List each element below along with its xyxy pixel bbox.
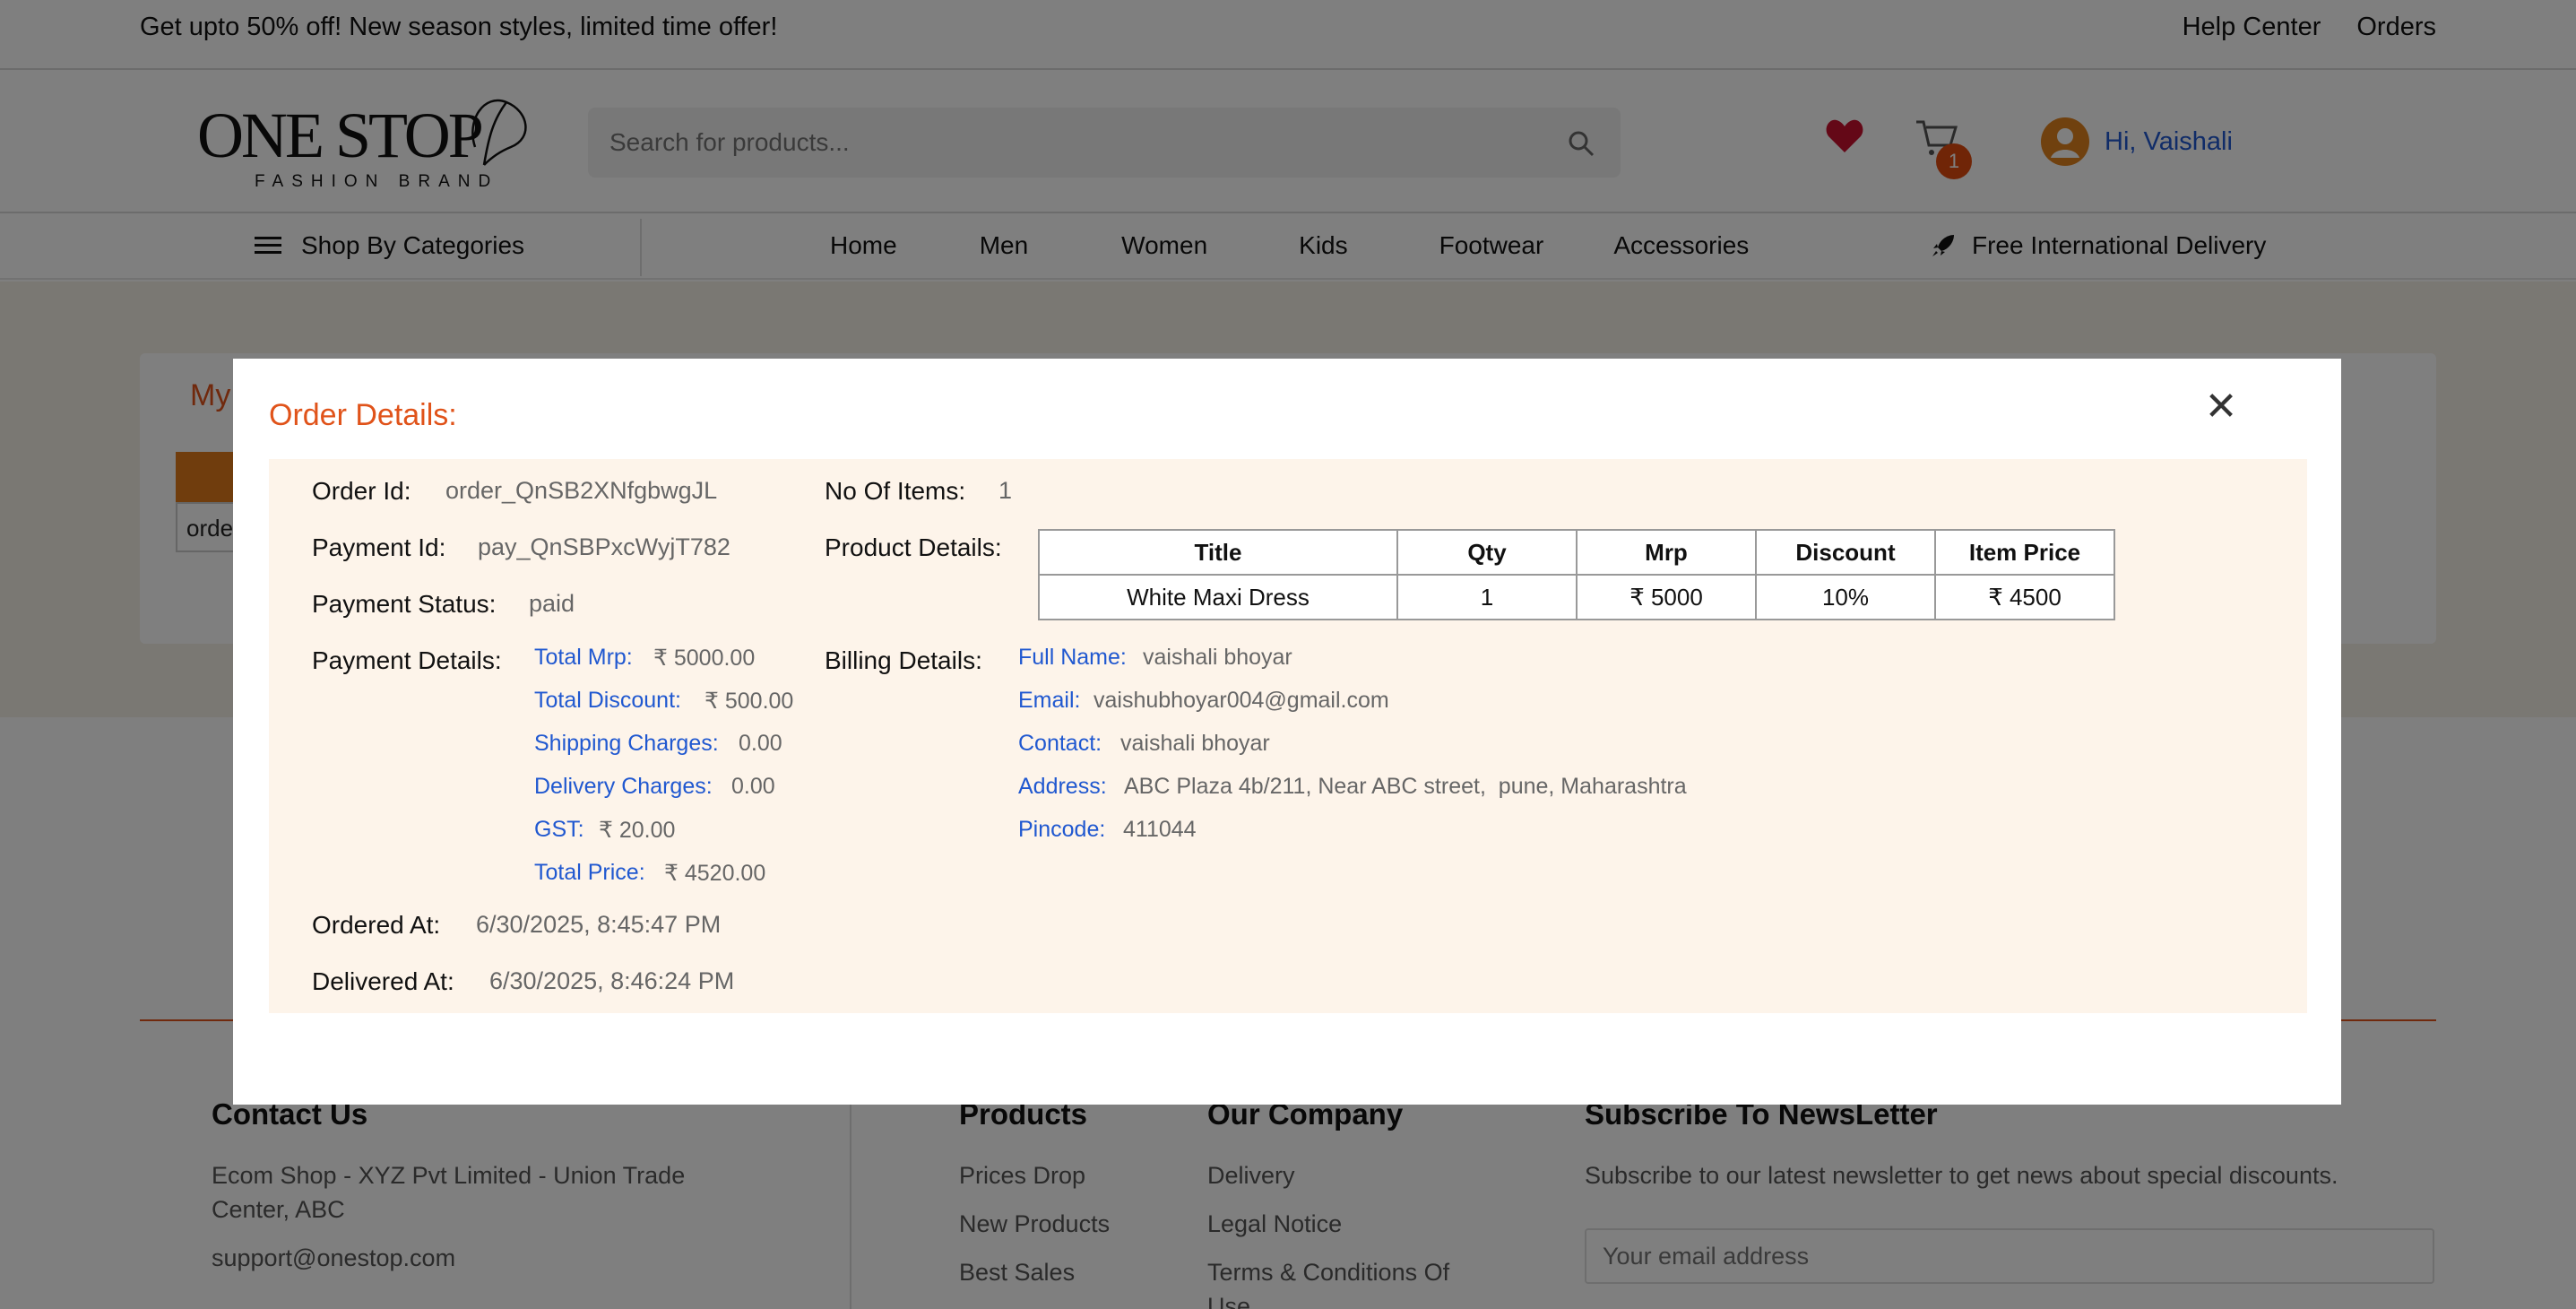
order-details-modal: Order Details: ✕ Order Id: order_QnSB2XN… [233,359,2341,1105]
billing-details-label: Billing Details: [825,646,982,674]
column-header-discount: Discount [1755,529,1936,576]
cell-mrp: ₹ 5000 [1576,574,1757,620]
email-label: Email: [1018,688,1081,713]
payment-details-label: Payment Details: [312,646,502,674]
contact-label: Contact: [1018,731,1102,756]
column-header-mrp: Mrp [1576,529,1757,576]
pincode-label: Pincode: [1018,817,1106,842]
modal-title: Order Details: [269,398,457,432]
total-discount-value: ₹ 500.00 [705,689,794,714]
product-table-header-row: Title Qty Mrp Discount Item Price [1038,529,2115,576]
table-row: White Maxi Dress 1 ₹ 5000 10% ₹ 4500 [1038,574,2115,620]
items-count-label: No Of Items: [825,477,966,505]
cell-title: White Maxi Dress [1038,574,1398,620]
total-mrp-label: Total Mrp: [534,645,633,670]
delivered-at-label: Delivered At: [312,967,454,995]
total-price-label: Total Price: [534,860,645,885]
gst-label: GST: [534,817,584,842]
full-name-label: Full Name: [1018,645,1127,670]
close-icon[interactable]: ✕ [2196,382,2246,432]
total-mrp-value: ₹ 5000.00 [653,646,756,671]
ordered-at-label: Ordered At: [312,911,441,939]
payment-id-label: Payment Id: [312,533,446,561]
total-discount-label: Total Discount: [534,688,681,713]
ordered-at-value: 6/30/2025, 8:45:47 PM [476,911,722,938]
shipping-charges-value: 0.00 [739,731,782,756]
product-details-label: Product Details: [825,533,1002,561]
delivered-at-value: 6/30/2025, 8:46:24 PM [489,967,735,994]
shipping-charges-label: Shipping Charges: [534,731,719,756]
payment-id-value: pay_QnSBPxcWyjT782 [478,533,730,560]
delivery-charges-label: Delivery Charges: [534,774,713,799]
order-details-panel: Order Id: order_QnSB2XNfgbwgJL Payment I… [269,459,2307,1013]
order-id-value: order_QnSB2XNfgbwgJL [445,477,718,504]
product-table: Title Qty Mrp Discount Item Price White … [1038,529,2115,620]
cell-discount: 10% [1755,574,1936,620]
full-name-value: vaishali bhoyar [1143,645,1292,670]
payment-status-label: Payment Status: [312,590,497,618]
column-header-qty: Qty [1396,529,1578,576]
cell-qty: 1 [1396,574,1578,620]
pincode-value: 411044 [1123,817,1197,842]
address-value: ABC Plaza 4b/211, Near ABC street, pune,… [1124,774,1687,799]
items-count-value: 1 [998,477,1013,504]
column-header-item-price: Item Price [1934,529,2115,576]
address-label: Address: [1018,774,1107,799]
email-value: vaishubhoyar004@gmail.com [1094,688,1389,713]
column-header-title: Title [1038,529,1398,576]
contact-value: vaishali bhoyar [1120,731,1270,756]
total-price-value: ₹ 4520.00 [664,861,766,886]
payment-status-value: paid [529,590,575,617]
gst-value: ₹ 20.00 [599,818,676,843]
order-id-label: Order Id: [312,477,411,505]
delivery-charges-value: 0.00 [731,774,775,799]
cell-item-price: ₹ 4500 [1934,574,2115,620]
